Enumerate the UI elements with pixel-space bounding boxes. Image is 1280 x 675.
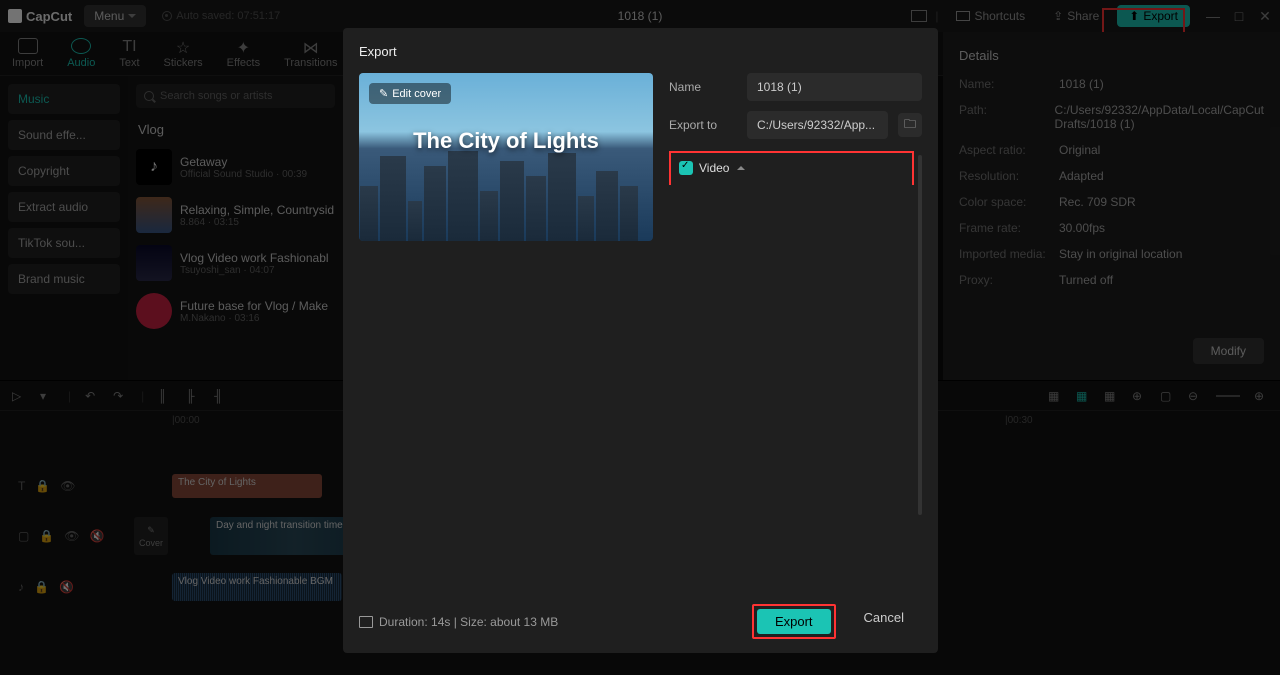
cancel-button[interactable]: Cancel — [846, 604, 922, 639]
export-confirm-button[interactable]: Export — [757, 609, 831, 634]
name-label: Name — [669, 80, 737, 94]
video-audio-highlight: Video Resol...1080P Bit rateRecommended … — [669, 151, 914, 185]
cover-preview: The City of Lights ✎ Edit cover — [359, 73, 653, 241]
video-label: Video — [699, 161, 729, 175]
duration-info: Duration: 14s | Size: about 13 MB — [359, 615, 558, 629]
export-modal: Export The City of Lights ✎ Edit cover — [343, 28, 938, 653]
duration-text: Duration: 14s | Size: about 13 MB — [379, 615, 558, 629]
name-input[interactable] — [747, 73, 922, 101]
exportto-label: Export to — [669, 118, 737, 132]
browse-folder-button[interactable]: 🗀 — [898, 113, 922, 137]
cover-title-text: The City of Lights — [359, 128, 653, 154]
pencil-icon: ✎ — [379, 87, 388, 100]
scrollbar[interactable] — [918, 155, 922, 515]
video-section-header[interactable]: Video — [679, 161, 902, 175]
video-checkbox[interactable] — [679, 161, 693, 175]
exportto-path: C:/Users/92332/App... — [747, 111, 888, 139]
export-fields: Name Export to C:/Users/92332/App... 🗀 V… — [669, 73, 922, 241]
edit-cover-button[interactable]: ✎ Edit cover — [369, 83, 451, 104]
modal-footer: Duration: 14s | Size: about 13 MB Export… — [359, 604, 922, 639]
export-highlight-box: Export — [752, 604, 836, 639]
modal-header: Export — [359, 44, 922, 59]
film-icon — [359, 616, 373, 628]
collapse-icon — [737, 166, 745, 170]
edit-cover-label: Edit cover — [392, 88, 441, 100]
